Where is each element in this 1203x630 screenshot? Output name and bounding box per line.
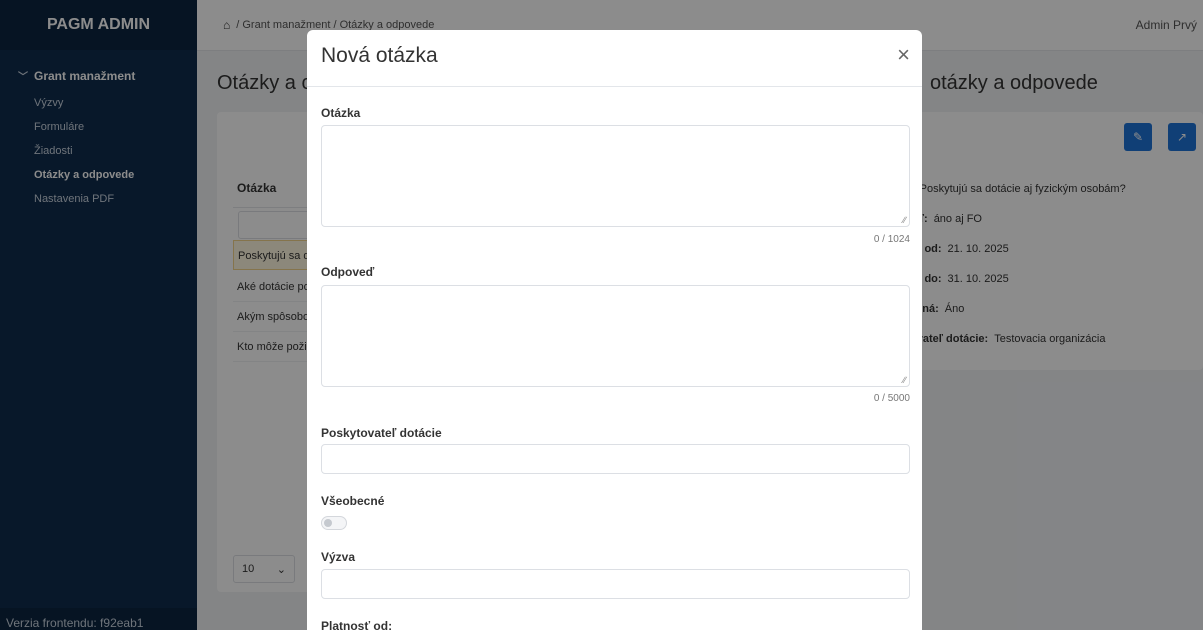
call-label: Výzva — [321, 550, 356, 564]
question-counter: 0 / 1024 — [873, 234, 910, 245]
provider-label: Poskytovateľ dotácie — [321, 426, 442, 440]
close-icon[interactable]: × — [897, 44, 910, 66]
resize-handle-icon[interactable]: ∕∕ — [903, 375, 906, 385]
valid-from-label: Platnosť od: — [321, 619, 393, 630]
resize-handle-icon[interactable]: ∕∕ — [903, 215, 906, 225]
modal-title: Nová otázka — [321, 44, 438, 67]
answer-counter: 0 / 5000 — [873, 393, 910, 404]
new-question-modal: Nová otázka × Otázka ∕∕ 0 / 1024 Odpoveď… — [307, 30, 922, 630]
general-toggle[interactable] — [321, 516, 347, 530]
answer-textarea[interactable]: ∕∕ — [321, 285, 910, 387]
answer-label: Odpoveď — [321, 265, 375, 279]
toggle-knob — [324, 519, 332, 527]
question-textarea[interactable]: ∕∕ — [321, 125, 910, 227]
call-select[interactable] — [321, 569, 910, 599]
modal-header: Nová otázka × — [307, 30, 922, 87]
provider-input[interactable] — [321, 444, 910, 474]
question-label: Otázka — [321, 106, 361, 120]
general-label: Všeobecné — [321, 494, 385, 508]
